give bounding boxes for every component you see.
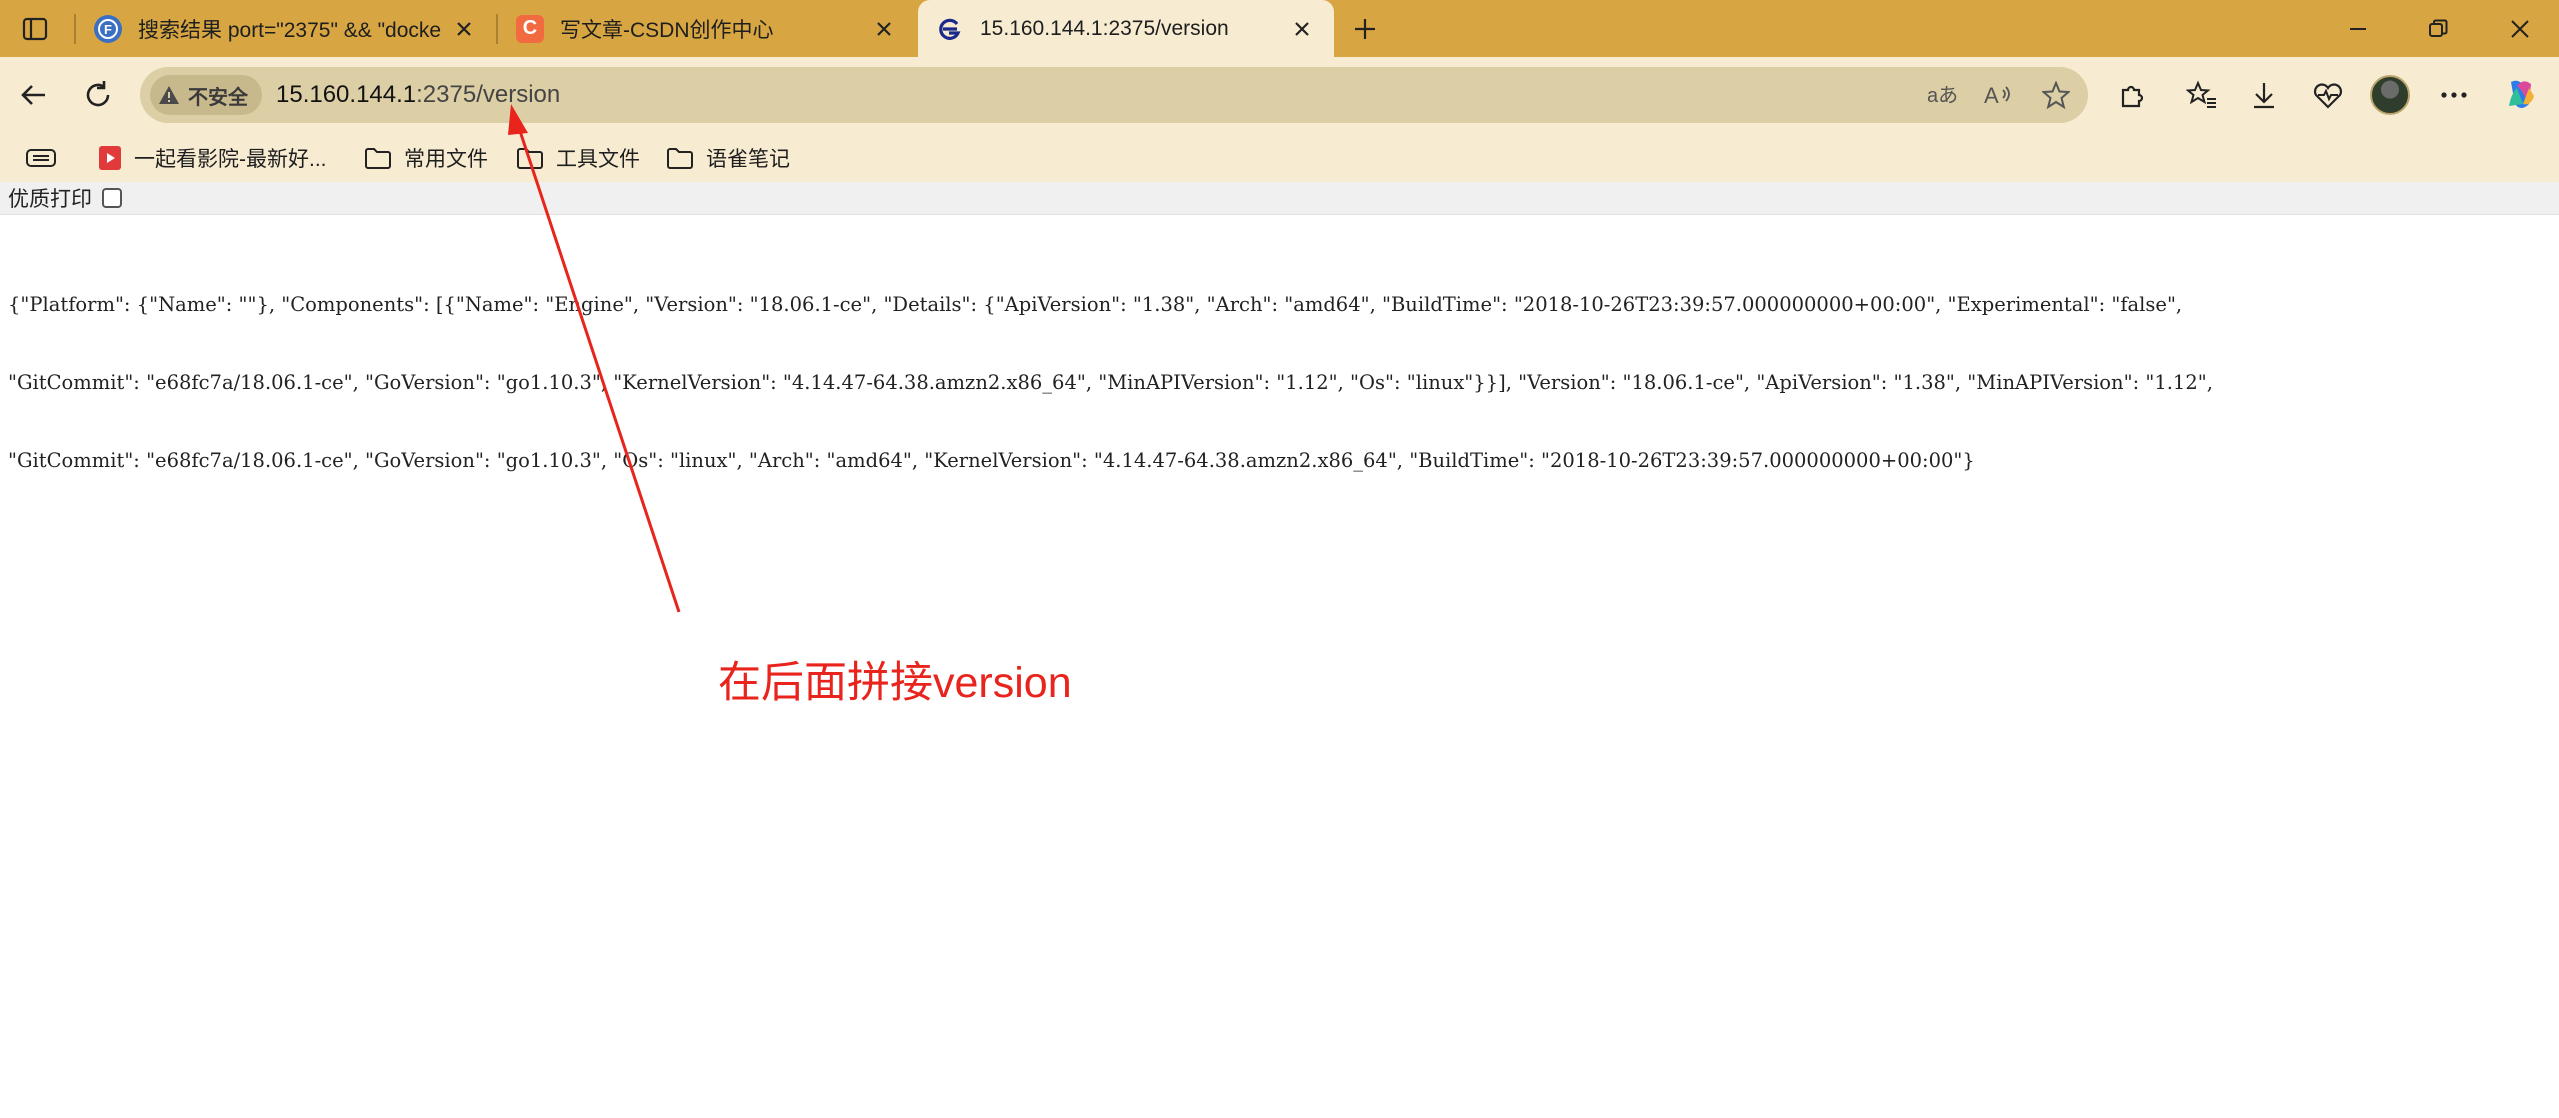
warning-icon <box>159 86 179 104</box>
pretty-print-label: 优质打印 <box>8 188 92 211</box>
translate-icon[interactable]: aあ <box>1922 75 1962 115</box>
more-options-icon[interactable] <box>2432 73 2476 117</box>
video-icon <box>99 146 121 170</box>
edge-page-icon <box>936 15 964 43</box>
close-tab-icon[interactable] <box>1288 15 1316 43</box>
extensions-icon[interactable] <box>2110 73 2154 117</box>
new-tab-icon[interactable] <box>1348 12 1382 46</box>
security-label: 不安全 <box>188 86 248 109</box>
downloads-icon[interactable] <box>2242 73 2286 117</box>
url-path: :2375/version <box>416 81 561 108</box>
bookmark-label: 常用文件 <box>404 148 488 171</box>
close-window-icon[interactable] <box>2502 12 2538 46</box>
url-text[interactable]: 15.160.144.1:2375/version <box>276 81 560 109</box>
pretty-print-checkbox[interactable] <box>102 188 122 208</box>
json-response: {"Platform": {"Name": ""}, "Components":… <box>8 240 2548 526</box>
json-line: "GitCommit": "e68fc7a/18.06.1-ce", "GoVe… <box>8 449 1975 472</box>
bookmark-folder-yuque-notes[interactable]: 语雀笔记 <box>666 140 790 176</box>
navigation-toolbar: 不安全 15.160.144.1:2375/version aあ A <box>0 57 2559 134</box>
folder-icon <box>517 148 543 169</box>
tab-docker-version[interactable]: 15.160.144.1:2375/version <box>918 0 1334 57</box>
bookmark-video-site[interactable]: 一起看影院-最新好... <box>98 140 327 176</box>
minimize-icon[interactable] <box>2340 12 2376 46</box>
back-icon[interactable] <box>12 73 56 117</box>
bookmark-folder-tool-files[interactable]: 工具文件 <box>516 140 640 176</box>
bookmark-label: 一起看影院-最新好... <box>134 148 327 171</box>
not-secure-badge[interactable]: 不安全 <box>150 75 262 115</box>
json-line: "GitCommit": "e68fc7a/18.06.1-ce", "GoVe… <box>8 371 2213 394</box>
bookmark-folder-common-files[interactable]: 常用文件 <box>364 140 488 176</box>
favorite-star-icon[interactable] <box>2036 75 2076 115</box>
bookmark-label: 语雀笔记 <box>706 148 790 171</box>
folder-icon <box>667 148 693 169</box>
close-tab-icon[interactable] <box>450 15 478 43</box>
url-host: 15.160.144.1 <box>276 81 417 108</box>
svg-text:aあ: aあ <box>1927 85 1958 107</box>
bookmark-label: 工具文件 <box>556 148 640 171</box>
tab-actions-icon[interactable] <box>18 14 52 44</box>
restore-icon[interactable] <box>2420 12 2456 46</box>
csdn-icon: C <box>516 14 544 43</box>
immersive-reader-icon[interactable] <box>24 140 58 176</box>
refresh-icon[interactable] <box>76 73 120 117</box>
close-tab-icon[interactable] <box>870 15 898 43</box>
tab-title: 15.160.144.1:2375/version <box>980 16 1229 40</box>
tab-title: 搜索结果 port="2375" && "docke <box>138 18 442 42</box>
svg-text:F: F <box>104 22 112 37</box>
page-content: 优质打印 {"Platform": {"Name": ""}, "Compone… <box>0 182 2559 1118</box>
annotation-text: 在后面拼接version <box>718 659 1072 707</box>
tab-csdn-editor[interactable]: C 写文章-CSDN创作中心 <box>498 0 916 57</box>
copilot-icon[interactable] <box>2498 73 2542 117</box>
tab-strip: F 搜索结果 port="2375" && "docke C 写文章-CSDN创… <box>0 0 2559 57</box>
fofa-icon: F <box>94 14 122 43</box>
bookmarks-bar: 一起看影院-最新好... 常用文件 工具文件 语雀笔记 <box>0 134 2559 182</box>
profile-avatar[interactable] <box>2370 75 2410 115</box>
browser-essentials-icon[interactable] <box>2306 73 2350 117</box>
svg-text:A: A <box>1984 83 1999 108</box>
browser-window: F 搜索结果 port="2375" && "docke C 写文章-CSDN创… <box>0 0 2559 1118</box>
tab-fofa-search[interactable]: F 搜索结果 port="2375" && "docke <box>76 0 496 57</box>
read-aloud-icon[interactable]: A <box>1978 75 2018 115</box>
address-bar[interactable]: 不安全 15.160.144.1:2375/version aあ A <box>140 67 2088 123</box>
folder-icon <box>365 148 391 169</box>
favorites-icon[interactable] <box>2180 73 2224 117</box>
tab-title: 写文章-CSDN创作中心 <box>560 18 774 42</box>
pretty-print-bar: 优质打印 <box>0 182 2559 215</box>
json-line: {"Platform": {"Name": ""}, "Components":… <box>8 293 2183 316</box>
